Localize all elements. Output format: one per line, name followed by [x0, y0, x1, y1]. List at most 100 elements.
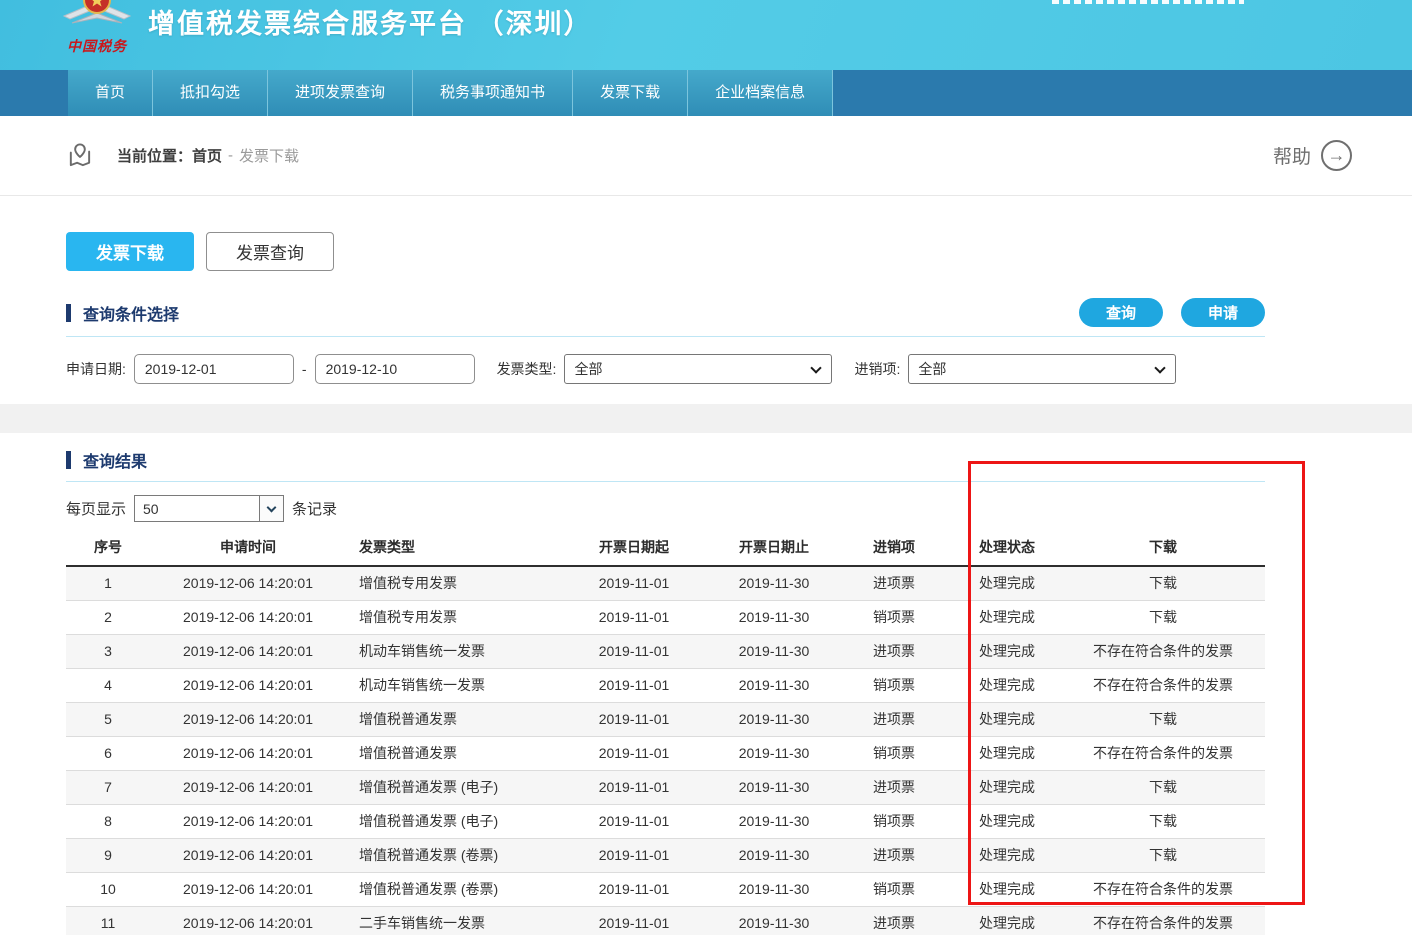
cell-date-from: 2019-11-01 — [561, 634, 707, 668]
cell-status: 处理完成 — [947, 736, 1061, 770]
clipped-header-text — [1052, 0, 1244, 4]
invoice-type-select[interactable]: 全部 — [564, 354, 832, 384]
chevron-down-icon — [811, 362, 822, 373]
table-row: 11 2019-12-06 14:20:01 二手车销售统一发票 2019-11… — [66, 906, 1265, 935]
page-size-row: 每页显示 50 条记录 — [66, 495, 1265, 522]
cell-date-to: 2019-11-30 — [707, 770, 841, 804]
date-to-input[interactable] — [315, 354, 475, 384]
apply-button[interactable]: 申请 — [1181, 298, 1265, 327]
download-link[interactable]: 下载 — [1061, 566, 1265, 600]
cell-direction: 进项票 — [841, 634, 947, 668]
direction-value: 全部 — [918, 359, 946, 379]
download-link[interactable]: 下载 — [1061, 702, 1265, 736]
query-section-title: 查询条件选择 — [83, 301, 179, 325]
cell-index: 6 — [66, 736, 150, 770]
breadcrumb-bar: 当前位置： 首页 - 发票下载 帮助 → — [0, 116, 1412, 196]
table-row: 3 2019-12-06 14:20:01 机动车销售统一发票 2019-11-… — [66, 634, 1265, 668]
table-row: 6 2019-12-06 14:20:01 增值税普通发票 2019-11-01… — [66, 736, 1265, 770]
cell-download: 不存在符合条件的发票 — [1061, 634, 1265, 668]
cell-apply-time: 2019-12-06 14:20:01 — [150, 838, 346, 872]
cell-status: 处理完成 — [947, 702, 1061, 736]
logo-text: 中国税务 — [54, 36, 140, 56]
download-link[interactable]: 下载 — [1061, 600, 1265, 634]
page-size-prefix: 每页显示 — [66, 498, 126, 519]
cell-apply-time: 2019-12-06 14:20:01 — [150, 566, 346, 600]
cell-direction: 进项票 — [841, 770, 947, 804]
nav-item-tax-notice[interactable]: 税务事项通知书 — [413, 70, 573, 116]
cell-status: 处理完成 — [947, 668, 1061, 702]
breadcrumb-home[interactable]: 首页 — [192, 145, 222, 166]
cell-index: 9 — [66, 838, 150, 872]
cell-apply-time: 2019-12-06 14:20:01 — [150, 668, 346, 702]
col-header-download: 下载 — [1061, 528, 1265, 566]
download-link[interactable]: 下载 — [1061, 770, 1265, 804]
cell-direction: 进项票 — [841, 838, 947, 872]
cell-status: 处理完成 — [947, 838, 1061, 872]
col-header-invoice-type: 发票类型 — [346, 528, 561, 566]
page-size-select[interactable]: 50 — [134, 495, 284, 522]
section-bar — [66, 451, 71, 469]
cell-direction: 销项票 — [841, 736, 947, 770]
query-button[interactable]: 查询 — [1079, 298, 1163, 327]
cell-date-to: 2019-11-30 — [707, 702, 841, 736]
cell-download: 不存在符合条件的发票 — [1061, 668, 1265, 702]
col-header-date-from: 开票日期起 — [561, 528, 707, 566]
cell-download: 不存在符合条件的发票 — [1061, 872, 1265, 906]
tab-invoice-download[interactable]: 发票下载 — [66, 232, 194, 271]
cell-invoice-type: 增值税普通发票 (卷票) — [346, 872, 561, 906]
section-divider — [66, 481, 1265, 482]
nav-item-enterprise-archive[interactable]: 企业档案信息 — [688, 70, 833, 116]
main-nav: 首页 抵扣勾选 进项发票查询 税务事项通知书 发票下载 企业档案信息 — [0, 70, 1412, 116]
table-row: 5 2019-12-06 14:20:01 增值税普通发票 2019-11-01… — [66, 702, 1265, 736]
cell-invoice-type: 二手车销售统一发票 — [346, 906, 561, 935]
nav-item-invoice-download[interactable]: 发票下载 — [573, 70, 688, 116]
cell-index: 3 — [66, 634, 150, 668]
cell-status: 处理完成 — [947, 600, 1061, 634]
cell-date-from: 2019-11-01 — [561, 804, 707, 838]
download-link[interactable]: 下载 — [1061, 838, 1265, 872]
nav-item-home[interactable]: 首页 — [68, 70, 153, 116]
cell-date-from: 2019-11-01 — [561, 770, 707, 804]
nav-spacer — [0, 70, 68, 116]
tab-invoice-query[interactable]: 发票查询 — [206, 232, 334, 271]
cell-download: 不存在符合条件的发票 — [1061, 736, 1265, 770]
col-header-apply-time: 申请时间 — [150, 528, 346, 566]
cell-direction: 进项票 — [841, 702, 947, 736]
table-row: 9 2019-12-06 14:20:01 增值税普通发票 (卷票) 2019-… — [66, 838, 1265, 872]
download-link[interactable]: 下载 — [1061, 804, 1265, 838]
cell-date-to: 2019-11-30 — [707, 736, 841, 770]
direction-select[interactable]: 全部 — [908, 354, 1176, 384]
results-table: 序号 申请时间 发票类型 开票日期起 开票日期止 进销项 处理状态 下载 1 2… — [66, 528, 1265, 935]
chevron-down-icon — [267, 502, 277, 512]
cell-status: 处理完成 — [947, 566, 1061, 600]
cell-direction: 进项票 — [841, 906, 947, 935]
section-bar — [66, 304, 71, 322]
help-button[interactable]: 帮助 → — [1273, 140, 1352, 171]
table-row: 10 2019-12-06 14:20:01 增值税普通发票 (卷票) 2019… — [66, 872, 1265, 906]
results-section-header: 查询结果 — [66, 448, 1265, 472]
cell-index: 2 — [66, 600, 150, 634]
cell-date-to: 2019-11-30 — [707, 566, 841, 600]
date-from-input[interactable] — [134, 354, 294, 384]
cell-apply-time: 2019-12-06 14:20:01 — [150, 702, 346, 736]
tax-emblem-icon — [58, 0, 136, 34]
page-title: 增值税发票综合服务平台 （深圳） — [148, 2, 593, 41]
table-row: 8 2019-12-06 14:20:01 增值税普通发票 (电子) 2019-… — [66, 804, 1265, 838]
chevron-down-icon — [1155, 362, 1166, 373]
table-row: 1 2019-12-06 14:20:01 增值税专用发票 2019-11-01… — [66, 566, 1265, 600]
table-row: 2 2019-12-06 14:20:01 增值税专用发票 2019-11-01… — [66, 600, 1265, 634]
cell-status: 处理完成 — [947, 804, 1061, 838]
table-header-row: 序号 申请时间 发票类型 开票日期起 开票日期止 进销项 处理状态 下载 — [66, 528, 1265, 566]
cell-direction: 销项票 — [841, 600, 947, 634]
nav-item-input-invoice-query[interactable]: 进项发票查询 — [268, 70, 413, 116]
cell-status: 处理完成 — [947, 770, 1061, 804]
page: 中国税务 增值税发票综合服务平台 （深圳） 首页 抵扣勾选 进项发票查询 税务事… — [0, 0, 1412, 935]
cell-apply-time: 2019-12-06 14:20:01 — [150, 770, 346, 804]
query-actions: 查询 申请 — [1079, 298, 1265, 327]
nav-item-deduction-check[interactable]: 抵扣勾选 — [153, 70, 268, 116]
table-row: 7 2019-12-06 14:20:01 增值税普通发票 (电子) 2019-… — [66, 770, 1265, 804]
help-arrow-icon: → — [1321, 140, 1352, 171]
cell-invoice-type: 增值税专用发票 — [346, 600, 561, 634]
select-arrow-box — [259, 496, 283, 521]
results-panel: 查询结果 每页显示 50 条记录 序号 申请时间 发票类型 开票日期起 — [0, 433, 1412, 935]
